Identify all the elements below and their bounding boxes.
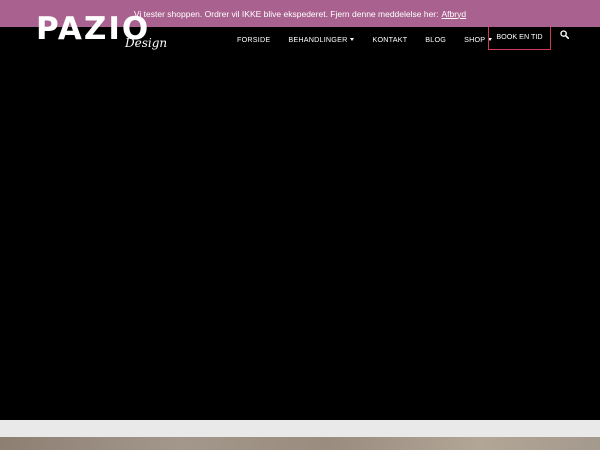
background-photo	[0, 437, 600, 450]
nav-item-blog[interactable]: BLOG	[416, 35, 455, 44]
nav-item-label: BLOG	[425, 35, 447, 44]
nav-item-behandlinger[interactable]: BEHANDLINGER	[279, 35, 363, 44]
store-notice-text: Vi tester shoppen. Ordrer vil IKKE blive…	[133, 8, 439, 19]
nav-item-label: BEHANDLINGER	[288, 35, 348, 44]
hero-section	[0, 52, 600, 420]
caret-down-icon	[350, 38, 355, 41]
nav-item-kontakt[interactable]: KONTAKT	[363, 35, 416, 44]
nav-item-label: KONTAKT	[372, 35, 408, 44]
logo-subtitle: Design	[125, 36, 168, 50]
nav-item-label: FORSIDE	[237, 35, 271, 44]
dismiss-notice-link[interactable]: Afbryd	[442, 9, 467, 19]
search-icon[interactable]	[560, 30, 569, 39]
nav-item-forside[interactable]: FORSIDE	[228, 35, 279, 44]
section-divider-strip	[0, 420, 600, 437]
nav-item-label: SHOP	[464, 35, 486, 44]
main-navigation: FORSIDE BEHANDLINGER KONTAKT BLOG SHOP	[228, 27, 501, 52]
